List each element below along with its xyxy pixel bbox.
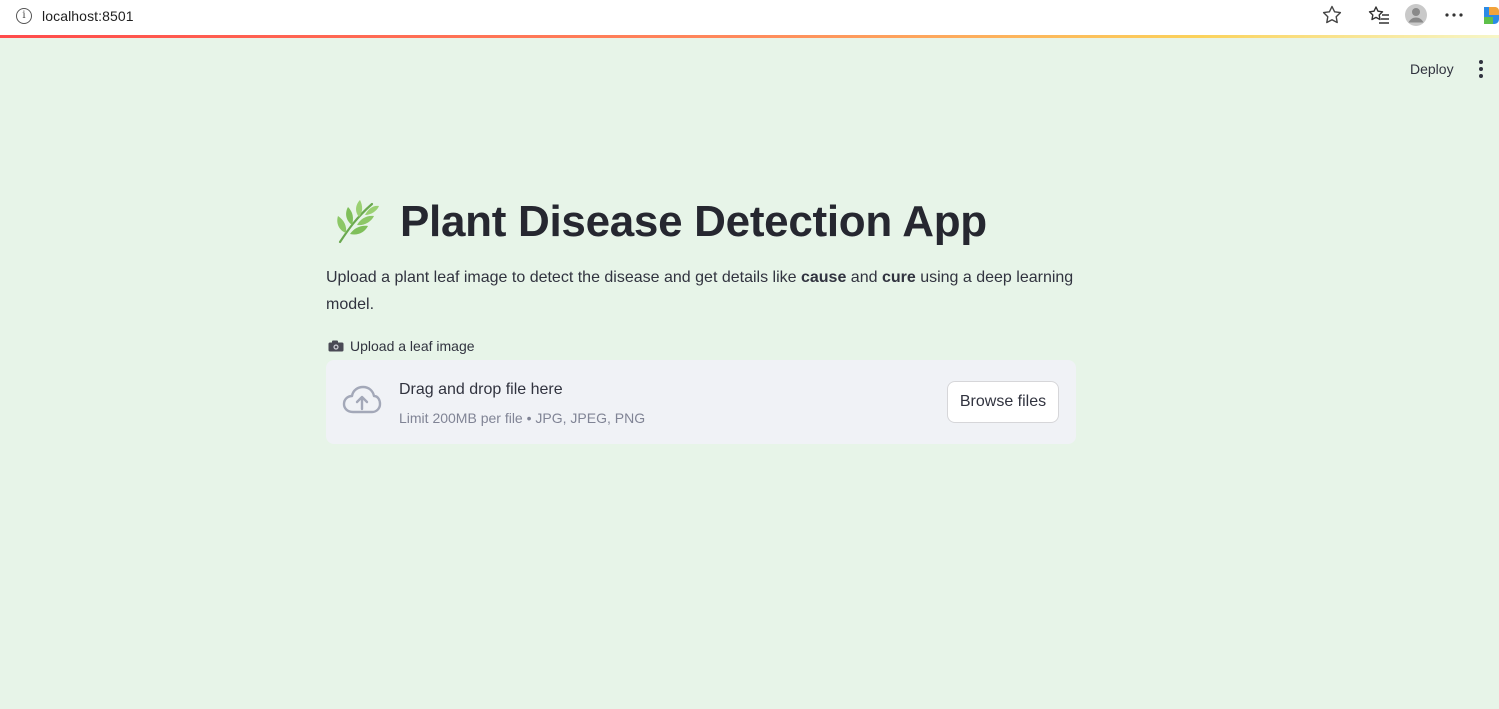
description-text: Upload a plant leaf image to detect the …	[326, 269, 801, 286]
url-text[interactable]: localhost:8501	[42, 8, 134, 24]
info-icon[interactable]: i	[16, 8, 32, 24]
uploader-label: Upload a leaf image	[326, 338, 1076, 354]
kebab-icon[interactable]	[1472, 58, 1490, 80]
loading-progress-line	[0, 35, 1499, 38]
browse-files-button[interactable]: Browse files	[947, 381, 1059, 423]
address-bar[interactable]: i localhost:8501	[4, 2, 1352, 30]
favorites-icon[interactable]	[1367, 3, 1391, 27]
description-bold-cause: cause	[800, 269, 847, 286]
main-content: Plant Disease Detection App Upload a pla…	[326, 190, 1076, 444]
title-row: Plant Disease Detection App	[326, 190, 1076, 254]
browser-toolbar: i localhost:8501	[0, 0, 1499, 36]
description-bold-cure: cure	[881, 269, 916, 286]
dropzone-limit-text: Limit 200MB per file • JPG, JPEG, PNG	[399, 410, 646, 426]
app-description: Upload a plant leaf image to detect the …	[326, 264, 1086, 318]
page-title: Plant Disease Detection App	[400, 197, 987, 246]
file-dropzone[interactable]: Drag and drop file here Limit 200MB per …	[326, 360, 1076, 444]
deploy-button[interactable]: Deploy	[1398, 57, 1466, 81]
herb-icon	[337, 200, 379, 244]
description-text: and	[846, 269, 882, 286]
camera-icon	[328, 340, 344, 352]
cloud-upload-icon	[342, 385, 382, 414]
star-icon[interactable]	[1320, 3, 1344, 27]
more-icon[interactable]	[1442, 3, 1466, 27]
profile-icon[interactable]	[1404, 3, 1428, 27]
copilot-icon[interactable]	[1481, 3, 1499, 27]
dropzone-title: Drag and drop file here	[399, 381, 563, 398]
uploader-label-text: Upload a leaf image	[350, 338, 475, 354]
